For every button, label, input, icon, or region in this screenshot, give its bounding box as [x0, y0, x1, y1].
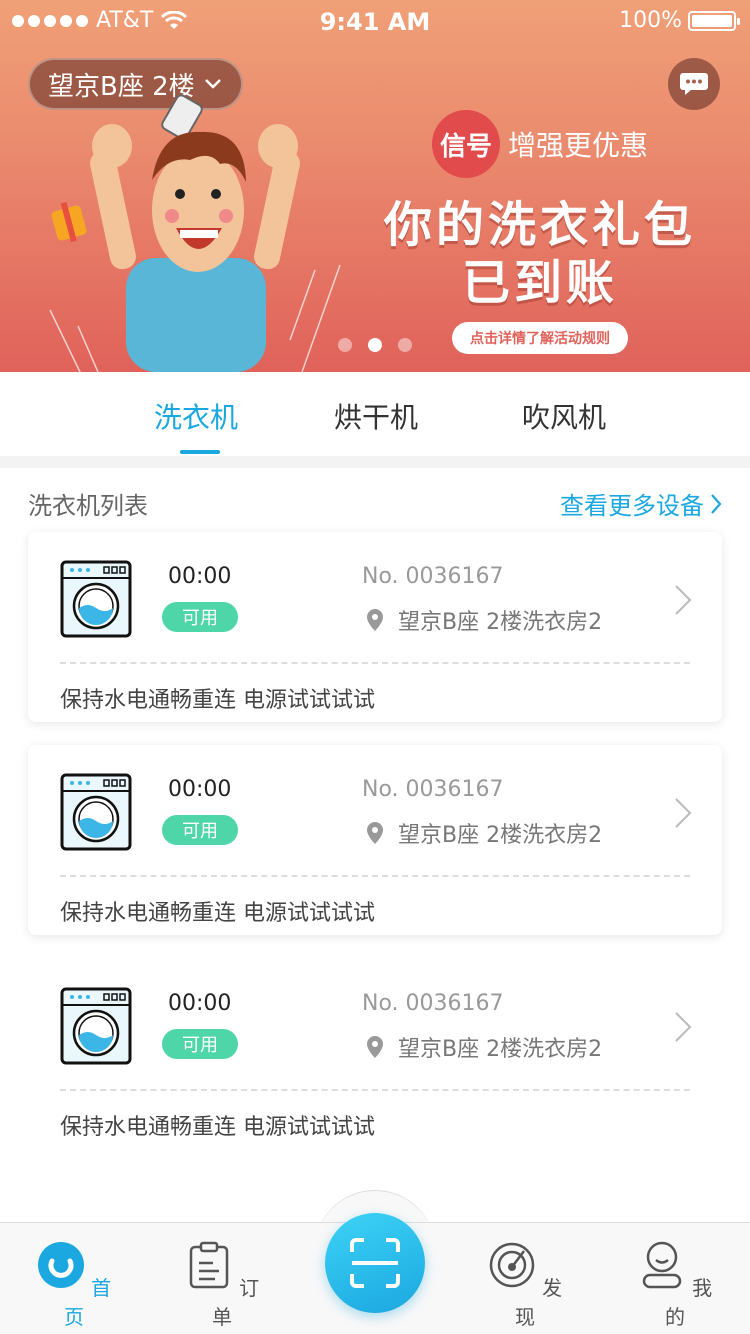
promo-cta-button[interactable]: 点击详情了解活动规则 — [452, 322, 628, 354]
nav-item-profile[interactable]: 我的 — [635, 1241, 715, 1330]
banner-illustration — [49, 94, 341, 372]
nav-item-home[interactable]: 首页 — [34, 1241, 114, 1330]
device-timer: 00:00 — [168, 991, 232, 1016]
status-bar: AT&T 9:41 AM 100% — [0, 0, 750, 42]
promo-title-line1: 你的洗衣礼包 — [383, 197, 696, 253]
order-icon — [189, 1241, 229, 1289]
location-pin-icon — [367, 1036, 383, 1058]
device-number: No. 0036167 — [362, 991, 504, 1016]
chevron-right-icon — [675, 798, 692, 828]
tab-washer[interactable]: 洗衣机 — [154, 396, 238, 436]
battery-icon — [688, 10, 740, 31]
pager-dot[interactable] — [398, 338, 412, 352]
profile-icon — [642, 1241, 682, 1289]
device-number: No. 0036167 — [362, 564, 504, 589]
location-pin-icon — [367, 609, 383, 631]
device-note: 保持水电通畅重连 电源试试试试 — [60, 1115, 375, 1140]
washing-machine-icon — [60, 560, 132, 638]
discover-icon — [489, 1242, 535, 1288]
device-note: 保持水电通畅重连 电源试试试试 — [60, 688, 375, 713]
more-devices-label: 查看更多设备 — [560, 492, 704, 520]
washing-machine-icon — [60, 987, 132, 1065]
promo-tagline: 增强更优惠 — [507, 129, 648, 162]
device-list: 洗衣机列表 查看更多设备 00:00 可用 No. 0036167 望京B座 2… — [0, 468, 750, 1224]
device-timer: 00:00 — [168, 777, 232, 802]
chevron-right-icon — [675, 1012, 692, 1042]
promo-banner[interactable]: AT&T 9:41 AM 100% 望京B座 2楼 信号 增强更优惠 你的洗衣礼… — [0, 0, 750, 372]
device-type-tabs: 洗衣机 烘干机 吹风机 — [0, 372, 750, 456]
home-icon — [37, 1242, 84, 1288]
scan-button[interactable] — [325, 1213, 425, 1313]
battery-percent: 100% — [619, 8, 682, 33]
status-badge: 可用 — [162, 1029, 238, 1059]
washing-machine-icon — [60, 773, 132, 851]
device-location-label: 望京B座 2楼洗衣房2 — [398, 823, 603, 848]
message-button[interactable] — [668, 58, 720, 110]
device-location: 望京B座 2楼洗衣房2 — [366, 604, 602, 636]
chat-bubble-icon — [680, 73, 708, 95]
device-number: No. 0036167 — [362, 777, 504, 802]
promo-title-line2: 已到账 — [461, 255, 618, 311]
device-card[interactable]: 00:00 可用 No. 0036167 望京B座 2楼洗衣房2 保持水电通畅重… — [28, 532, 722, 722]
divider — [60, 662, 690, 664]
more-devices-link[interactable]: 查看更多设备 — [560, 486, 722, 521]
chevron-right-icon — [675, 585, 692, 615]
tab-hairdryer[interactable]: 吹风机 — [522, 396, 606, 436]
device-location-label: 望京B座 2楼洗衣房2 — [398, 610, 603, 635]
promo-badge: 信号 — [431, 110, 500, 178]
pager-dot[interactable] — [338, 338, 352, 352]
promo-text: 信号 增强更优惠 你的洗衣礼包 已到账 点击详情了解活动规则 — [360, 110, 720, 354]
device-location-label: 望京B座 2楼洗衣房2 — [398, 1037, 603, 1062]
status-badge: 可用 — [162, 815, 238, 845]
location-pin-icon — [367, 822, 383, 844]
device-card[interactable]: 00:00 可用 No. 0036167 望京B座 2楼洗衣房2 保持水电通畅重… — [28, 745, 722, 935]
device-timer: 00:00 — [168, 564, 232, 589]
nav-item-orders[interactable]: 订单 — [182, 1241, 262, 1330]
device-note: 保持水电通畅重连 电源试试试试 — [60, 901, 375, 926]
active-tab-indicator — [180, 450, 220, 454]
chevron-right-icon — [711, 493, 722, 514]
divider — [60, 1089, 690, 1091]
device-location: 望京B座 2楼洗衣房2 — [366, 1031, 602, 1063]
device-location: 望京B座 2楼洗衣房2 — [366, 817, 602, 849]
nav-item-discover[interactable]: 发现 — [485, 1241, 565, 1330]
chevron-down-icon — [204, 79, 221, 89]
pager-dot-active[interactable] — [368, 338, 382, 352]
status-badge: 可用 — [162, 602, 238, 632]
banner-pager[interactable] — [338, 338, 412, 352]
divider — [60, 875, 690, 877]
tab-dryer[interactable]: 烘干机 — [334, 396, 418, 436]
list-title: 洗衣机列表 — [28, 492, 148, 520]
scan-icon — [350, 1238, 400, 1288]
device-card[interactable]: 00:00 可用 No. 0036167 望京B座 2楼洗衣房2 保持水电通畅重… — [28, 959, 722, 1149]
